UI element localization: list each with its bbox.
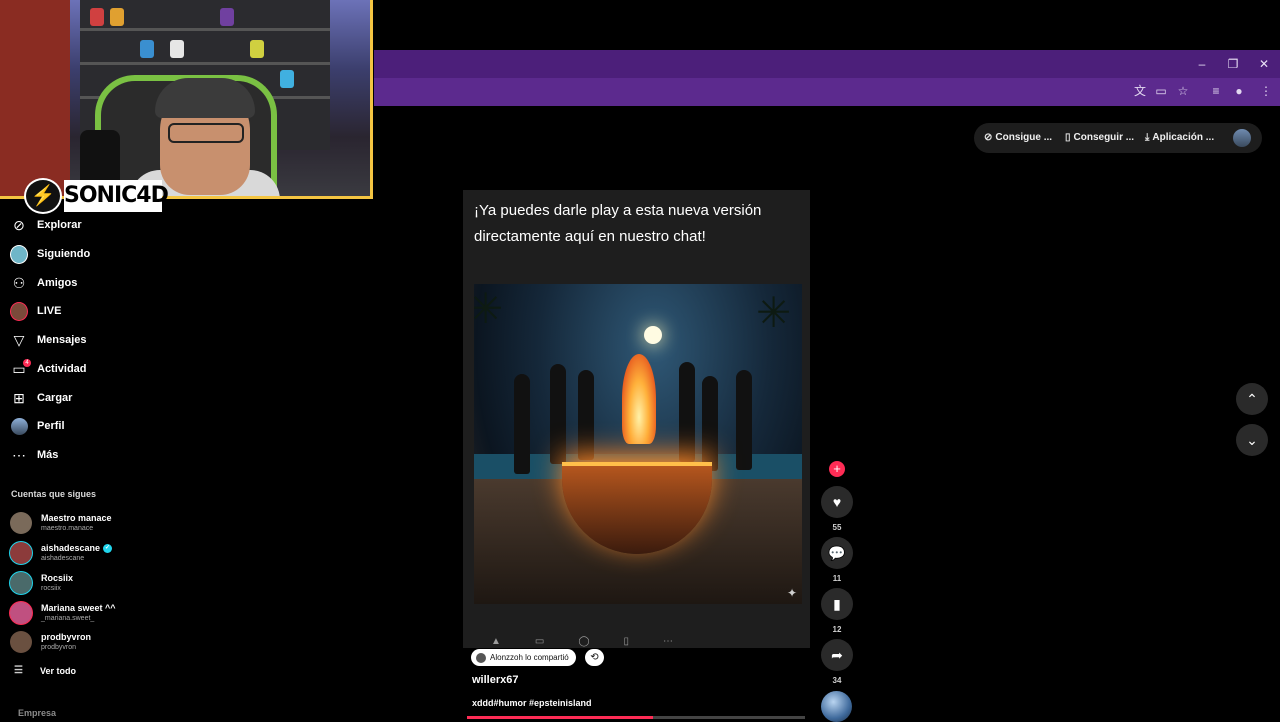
live-avatar-icon	[10, 301, 28, 321]
activity-badge: 4	[23, 359, 31, 367]
webcam-person-beanie	[155, 78, 255, 118]
avatar	[10, 631, 32, 653]
close-button[interactable]: ✕	[1256, 56, 1272, 72]
following-account[interactable]: Maestro manace maestro.manace	[10, 510, 112, 536]
following-account[interactable]: prodbyvron prodbyvron	[10, 629, 91, 655]
media-icon[interactable]: ≡	[1208, 83, 1224, 99]
video-caption-text: ¡Ya puedes darle play a esta nueva versi…	[474, 202, 762, 245]
minimize-button[interactable]: –	[1194, 56, 1210, 72]
download-app-button[interactable]: ⤓ Aplicación ...	[1145, 123, 1214, 153]
video-controls[interactable]: ▲▭◯▯⋯	[463, 636, 810, 648]
compass-icon: ⊘	[13, 216, 25, 233]
following-account[interactable]: aishadescane ✓ aishadescane	[10, 540, 113, 566]
translate-icon[interactable]: 文	[1132, 83, 1148, 99]
sidebar-item-cargar[interactable]: ⊞ Cargar	[10, 388, 72, 408]
more-icon: ⋯	[12, 446, 26, 463]
comment-count: 11	[832, 574, 842, 583]
sidebar-item-explorar[interactable]: ⊘ Explorar	[10, 215, 82, 235]
brand-logo-icon: ⚡	[24, 178, 62, 214]
repost-label[interactable]: Alonzzoh lo compartió	[471, 649, 576, 666]
get-coins-button[interactable]: ⊘ Consigue ...	[984, 123, 1052, 153]
share-icon: ➦	[831, 647, 843, 663]
avatar	[10, 572, 32, 594]
list-icon: ☰	[14, 665, 23, 676]
following-account[interactable]: Mariana sweet ^^ _mariana.sweet_	[10, 600, 116, 626]
webcam-background-door	[0, 0, 70, 196]
previous-video-button[interactable]: ⌃	[1236, 383, 1268, 415]
share-button[interactable]: ➦	[821, 639, 853, 671]
video-progress-fill	[467, 716, 653, 719]
chevron-down-icon: ⌄	[1246, 432, 1258, 448]
sidebar-item-amigos[interactable]: ⚇ Amigos	[10, 273, 78, 293]
following-avatar-icon	[10, 244, 28, 264]
video-author[interactable]: willerx67	[472, 674, 518, 686]
following-heading: Cuentas que sigues	[11, 489, 97, 499]
profile-avatar-icon	[10, 417, 28, 435]
avatar	[10, 512, 32, 534]
follow-plus-button[interactable]: +	[829, 461, 845, 477]
video-player[interactable]: ¡Ya puedes darle play a esta nueva versi…	[463, 190, 810, 648]
restore-button[interactable]: ❐	[1225, 56, 1241, 72]
coin-icon: ⊘	[984, 132, 993, 143]
menu-icon[interactable]: ⋮	[1258, 83, 1274, 99]
brand-name: SONIC4D	[64, 180, 169, 212]
send-icon: ▽	[13, 331, 25, 348]
top-action-bar: ⊘ Consigue ... ▯ Conseguir ... ⤓ Aplicación…	[974, 123, 1262, 153]
get-app-button[interactable]: ▯ Conseguir ...	[1065, 123, 1134, 153]
cast-icon[interactable]: ▭	[1153, 83, 1169, 99]
people-icon: ⚇	[12, 274, 26, 291]
comment-button[interactable]: 💬	[821, 537, 853, 569]
video-image: ✳ ✳ ✦	[474, 284, 802, 604]
save-button[interactable]: ▮	[821, 588, 853, 620]
comment-icon: 💬	[828, 545, 846, 561]
sidebar-item-actividad[interactable]: ▭ Actividad	[10, 359, 86, 379]
download-icon: ⤓	[1145, 132, 1150, 143]
verified-icon: ✓	[103, 544, 113, 554]
music-disc[interactable]	[821, 691, 852, 722]
repost-icon[interactable]: ⟲	[585, 649, 604, 666]
avatar	[10, 602, 32, 624]
see-all-link[interactable]: ☰ Ver todo	[14, 665, 76, 676]
like-button[interactable]: ♥	[821, 486, 853, 518]
profile-avatar[interactable]	[1233, 129, 1251, 147]
video-description: xddd#humor #epsteinisland	[472, 698, 592, 708]
following-account[interactable]: Rocsiix rocsiix	[10, 570, 73, 596]
like-count: 55	[832, 523, 842, 532]
webcam-person-glasses	[168, 123, 244, 143]
sidebar-item-live[interactable]: LIVE	[10, 301, 61, 321]
star-icon[interactable]: ☆	[1175, 83, 1191, 99]
heart-icon: ♥	[832, 494, 842, 510]
browser-titlebar	[374, 50, 1280, 78]
avatar	[10, 542, 32, 564]
bookmark-icon: ▮	[833, 596, 841, 612]
webcam-overlay	[0, 0, 373, 199]
sidebar-item-mas[interactable]: ⋯ Más	[10, 445, 58, 465]
footer-company-link[interactable]: Empresa	[18, 708, 56, 718]
chevron-up-icon: ⌃	[1246, 391, 1258, 407]
plus-square-icon: ⊞	[13, 389, 25, 406]
phone-icon: ▯	[1065, 132, 1071, 143]
ai-sparkle-icon: ✦	[787, 586, 798, 600]
sidebar-item-mensajes[interactable]: ▽ Mensajes	[10, 330, 87, 350]
share-count: 34	[832, 676, 842, 685]
next-video-button[interactable]: ⌄	[1236, 424, 1268, 456]
sidebar-item-perfil[interactable]: Perfil	[10, 416, 65, 436]
extension-icon[interactable]: ●	[1231, 83, 1247, 99]
avatar	[476, 652, 486, 663]
sidebar-item-siguiendo[interactable]: Siguiendo	[10, 244, 90, 264]
save-count: 12	[832, 625, 842, 634]
